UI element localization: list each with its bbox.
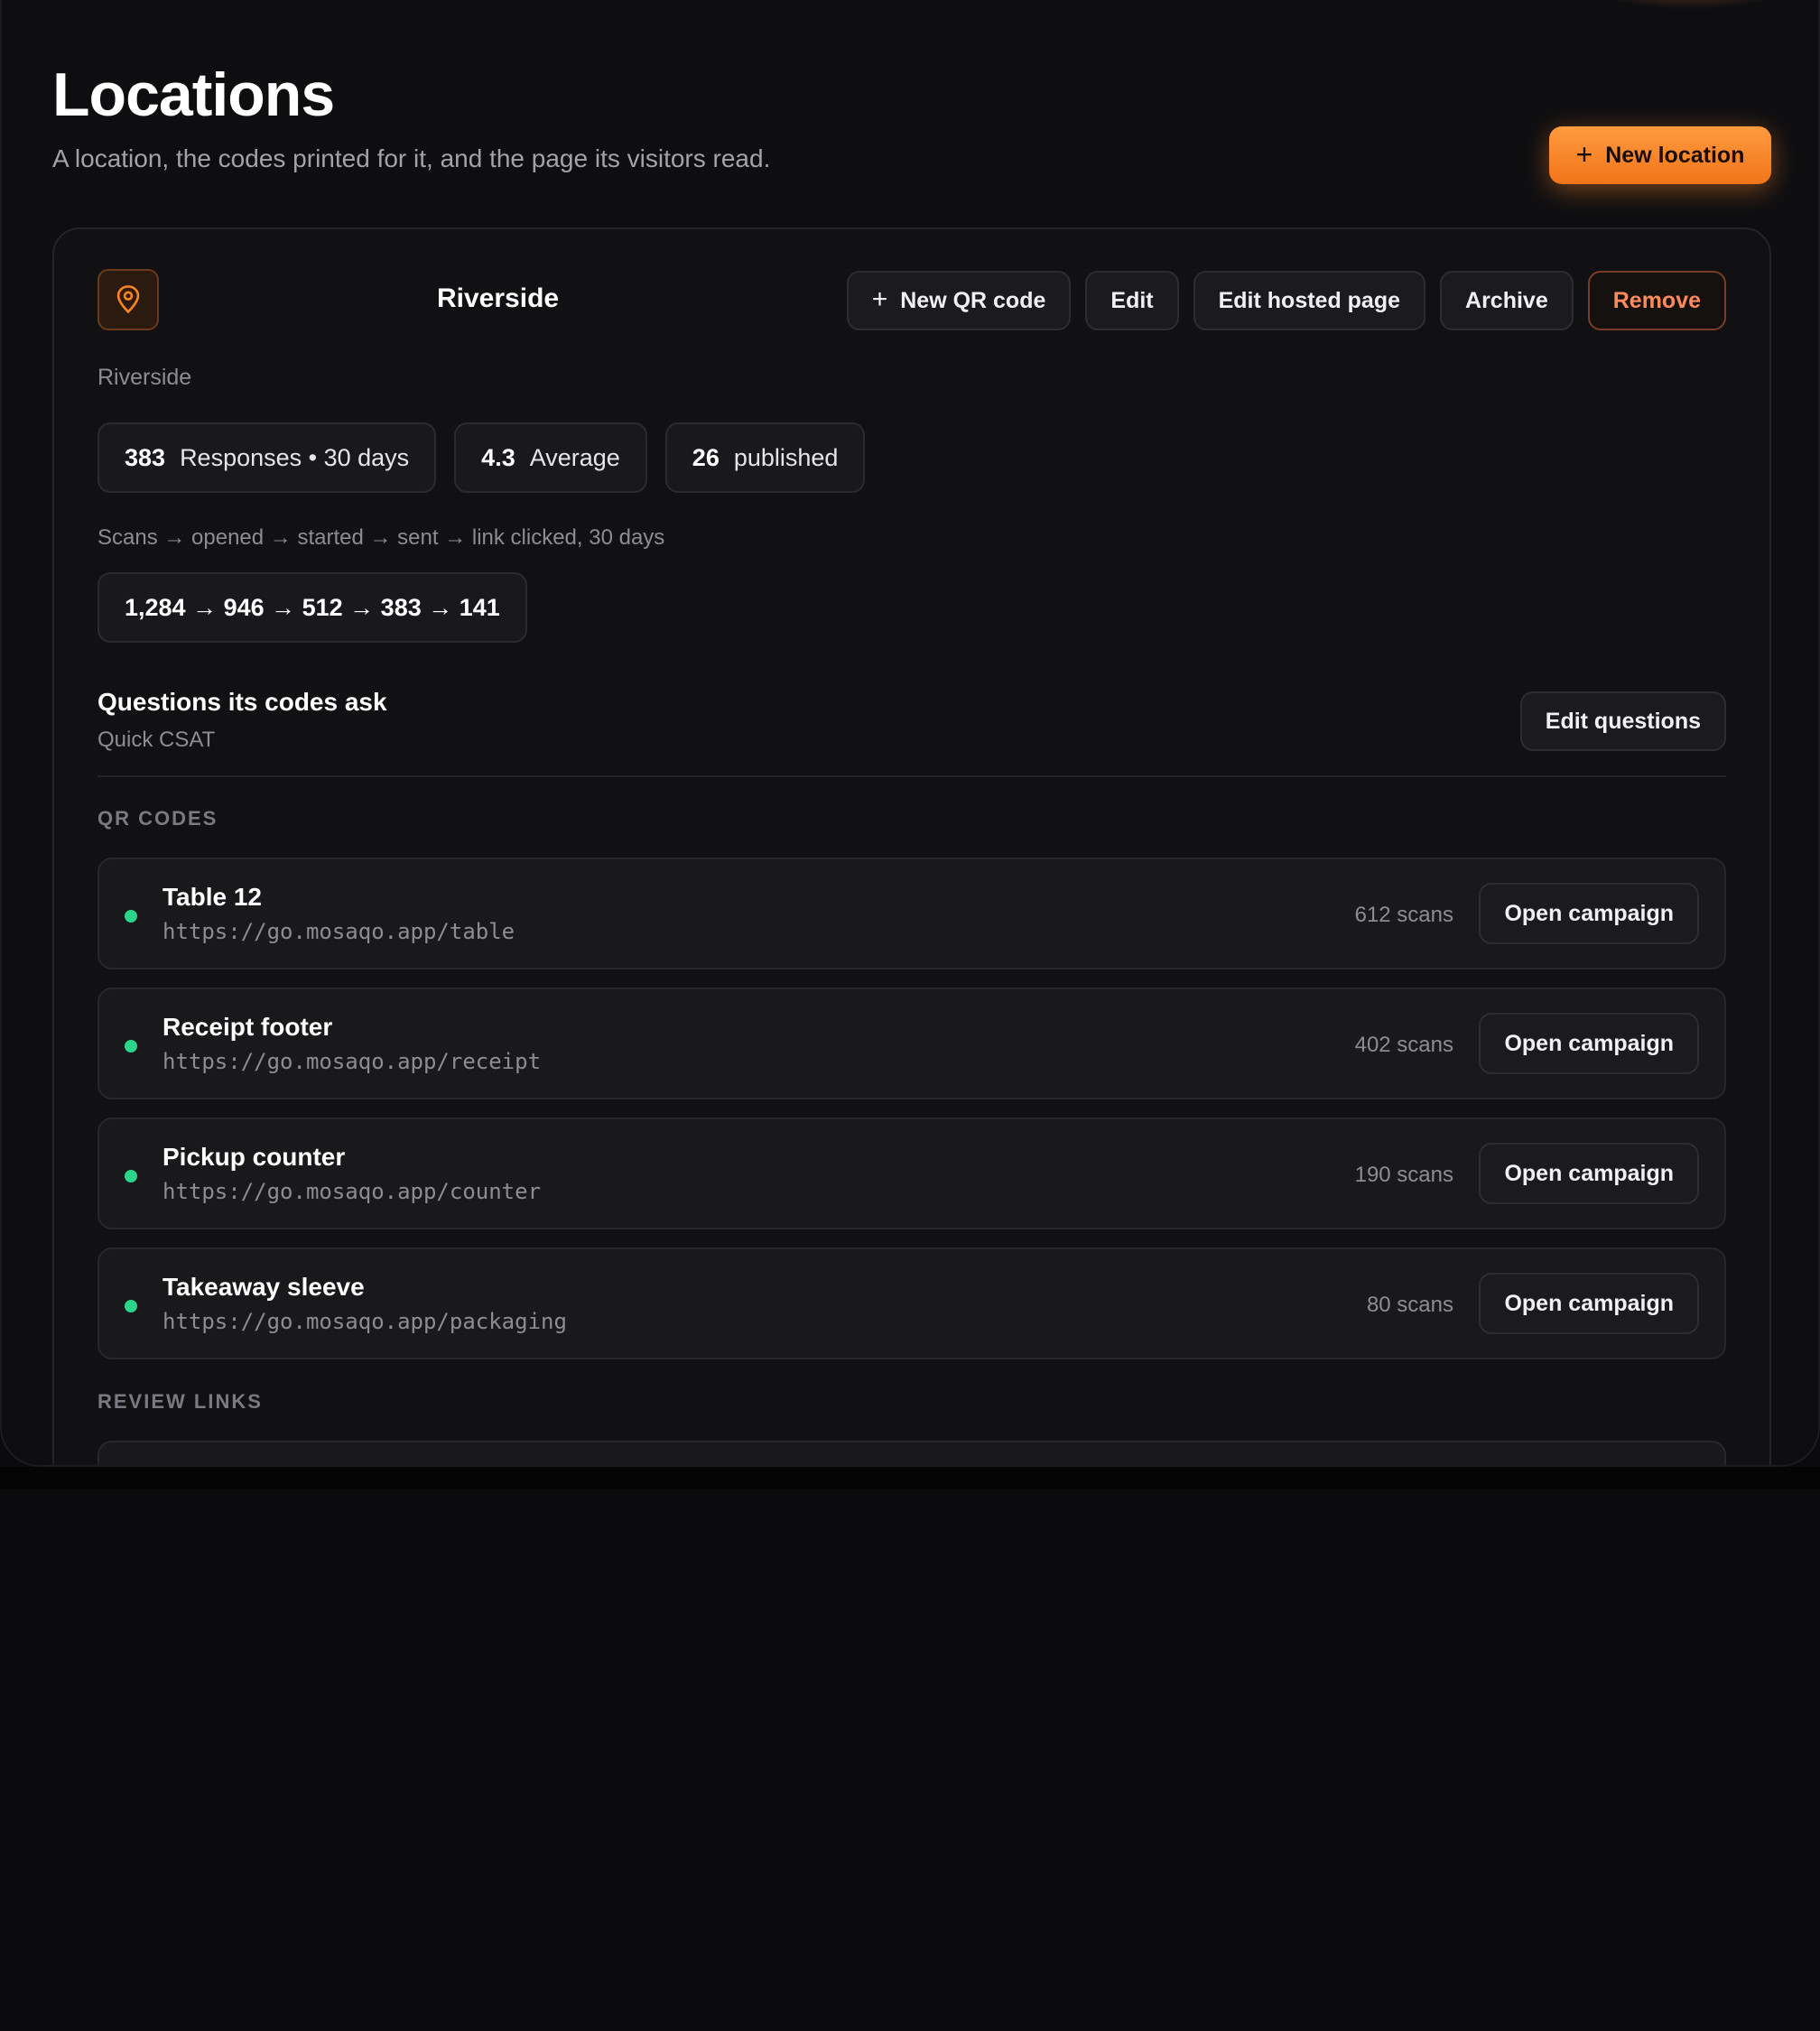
stat-published: 26 published: [664, 422, 866, 493]
edit-button[interactable]: Edit: [1085, 271, 1179, 330]
stat-label: Responses • 30 days: [180, 443, 410, 471]
stat-value: 383: [125, 443, 166, 471]
stats-row: 383 Responses • 30 days 4.3 Average 26 p…: [98, 422, 866, 493]
qr-code-url: https://go.mosaqo.app/counter: [162, 1179, 542, 1204]
plus-icon: +: [871, 283, 888, 314]
qr-code-row: Table 12 https://go.mosaqo.app/table 612…: [98, 858, 1726, 969]
open-campaign-button[interactable]: Open campaign: [1479, 883, 1699, 944]
stat-label: published: [733, 443, 839, 471]
accent-glow: [1591, 0, 1789, 9]
qr-code-name: Table 12: [162, 883, 262, 911]
funnel-label: Scans → opened → started → sent → link c…: [98, 525, 665, 550]
questions-title: Questions its codes ask: [98, 688, 387, 716]
location-actions: + New QR code Edit Edit hosted page Arch…: [846, 271, 1726, 330]
new-qr-code-label: New QR code: [900, 287, 1046, 313]
qr-code-scans: 190 scans: [1354, 1163, 1453, 1187]
new-qr-code-button[interactable]: + New QR code: [846, 271, 1072, 330]
qr-code-url: https://go.mosaqo.app/receipt: [162, 1049, 542, 1074]
qr-code-name: Pickup counter: [162, 1143, 346, 1171]
stat-average: 4.3 Average: [454, 422, 647, 493]
archive-button[interactable]: Archive: [1440, 271, 1574, 330]
open-campaign-button[interactable]: Open campaign: [1479, 1273, 1699, 1334]
review-links-section-label: REVIEW LINKS: [98, 1390, 263, 1413]
edit-questions-button[interactable]: Edit questions: [1519, 691, 1726, 751]
qr-code-url: https://go.mosaqo.app/packaging: [162, 1309, 567, 1334]
new-location-button[interactable]: + New location: [1549, 126, 1771, 184]
stat-value: 26: [692, 443, 720, 471]
qr-code-name: Takeaway sleeve: [162, 1273, 365, 1301]
open-campaign-button[interactable]: Open campaign: [1479, 1143, 1699, 1204]
qr-code-url: https://go.mosaqo.app/table: [162, 919, 515, 944]
qr-code-scans: 80 scans: [1366, 1293, 1453, 1317]
review-link-row: [98, 1441, 1726, 1465]
qr-code-scans: 612 scans: [1354, 903, 1453, 927]
qr-code-row: Receipt footer https://go.mosaqo.app/rec…: [98, 988, 1726, 1099]
new-location-label: New location: [1605, 142, 1745, 168]
stat-value: 4.3: [481, 443, 515, 471]
map-pin-icon: [98, 269, 159, 330]
divider: [98, 775, 1726, 777]
qr-code-row: Takeaway sleeve https://go.mosaqo.app/pa…: [98, 1247, 1726, 1359]
qr-code-row: Pickup counter https://go.mosaqo.app/cou…: [98, 1118, 1726, 1229]
stat-responses: 383 Responses • 30 days: [98, 422, 437, 493]
active-status-dot: [125, 1170, 137, 1182]
qr-code-scans: 402 scans: [1354, 1033, 1453, 1057]
stat-label: Average: [529, 443, 620, 471]
location-card: Riverside + New QR code Edit Edit hosted…: [52, 227, 1771, 1465]
open-campaign-button[interactable]: Open campaign: [1479, 1013, 1699, 1074]
location-subtitle: Riverside: [98, 365, 192, 390]
page-title: Locations: [52, 60, 335, 129]
active-status-dot: [125, 910, 137, 923]
edit-hosted-page-button[interactable]: Edit hosted page: [1193, 271, 1426, 330]
funnel-values: 1,284 → 946 → 512 → 383 → 141: [98, 572, 527, 643]
plus-icon: +: [1575, 137, 1593, 171]
qr-code-list: Table 12 https://go.mosaqo.app/table 612…: [98, 858, 1726, 1359]
remove-button[interactable]: Remove: [1587, 271, 1726, 330]
page-subtitle: A location, the codes printed for it, an…: [52, 144, 771, 172]
qr-code-name: Receipt footer: [162, 1013, 333, 1041]
active-status-dot: [125, 1300, 137, 1312]
qr-codes-section-label: QR CODES: [98, 807, 218, 830]
frame-shadow: [0, 1467, 1820, 1489]
location-name: Riverside: [437, 283, 560, 313]
app-frame: Locations A location, the codes printed …: [0, 0, 1820, 1467]
active-status-dot: [125, 1040, 137, 1053]
questions-subtitle: Quick CSAT: [98, 728, 216, 752]
